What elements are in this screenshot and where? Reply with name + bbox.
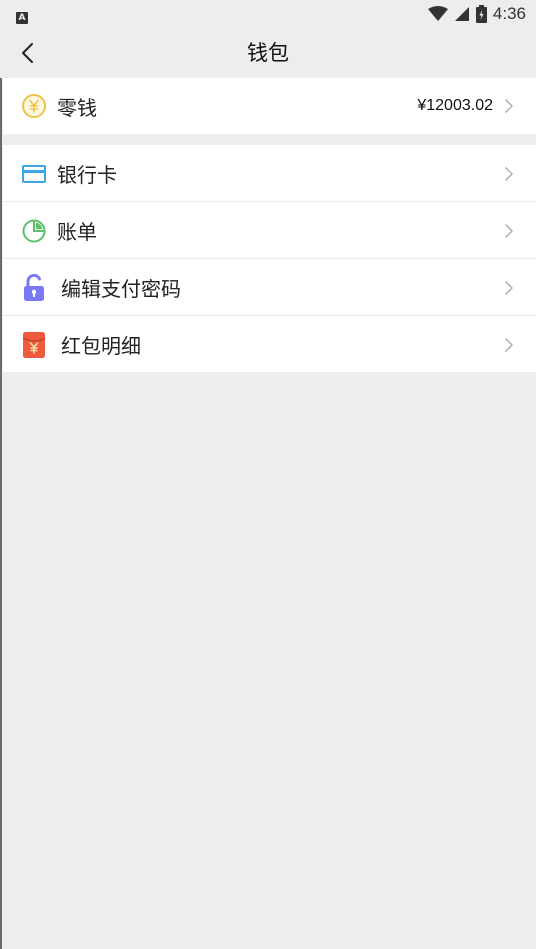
wifi-icon	[427, 6, 448, 21]
notification-icon: A	[16, 11, 28, 24]
menu-item-label: 银行卡	[57, 163, 117, 187]
battery-icon	[475, 5, 487, 23]
wallet-balance-group: 零钱 ¥12003.02	[3, 78, 536, 134]
signal-icon	[454, 7, 469, 21]
menu-item-bill[interactable]: 账单	[3, 202, 536, 259]
padlock-icon	[20, 273, 48, 302]
pie-chart-icon	[20, 217, 48, 245]
menu-item-label: 编辑支付密码	[61, 277, 181, 301]
navigation-bar: 钱包	[0, 28, 536, 78]
change-balance-row[interactable]: 零钱 ¥12003.02	[3, 78, 536, 134]
window-edge	[0, 0, 2, 949]
menu-item-label: 红包明细	[61, 334, 141, 358]
clock: 4:36	[492, 4, 526, 23]
change-label: 零钱	[57, 95, 97, 120]
chevron-right-icon	[505, 280, 513, 295]
chevron-right-icon	[505, 99, 513, 113]
page-title: 钱包	[247, 41, 289, 65]
wallet-menu-group: 银行卡 账单 编辑支付密码 红包明细	[3, 145, 536, 372]
menu-item-red-packet-details[interactable]: 红包明细	[3, 316, 536, 373]
status-bar: A 4:36	[0, 0, 536, 28]
menu-item-label: 账单	[57, 220, 97, 244]
bank-card-icon	[20, 160, 48, 188]
balance-amount: ¥12003.02	[417, 97, 493, 114]
menu-item-edit-pay-password[interactable]: 编辑支付密码	[3, 259, 536, 316]
yuan-coin-icon	[20, 92, 48, 120]
status-right: 4:36	[427, 4, 526, 24]
chevron-right-icon	[505, 337, 513, 352]
red-packet-icon	[20, 331, 48, 359]
menu-item-bank-card[interactable]: 银行卡	[3, 145, 536, 202]
chevron-right-icon	[505, 223, 513, 238]
status-left: A	[16, 5, 28, 24]
chevron-right-icon	[505, 166, 513, 181]
